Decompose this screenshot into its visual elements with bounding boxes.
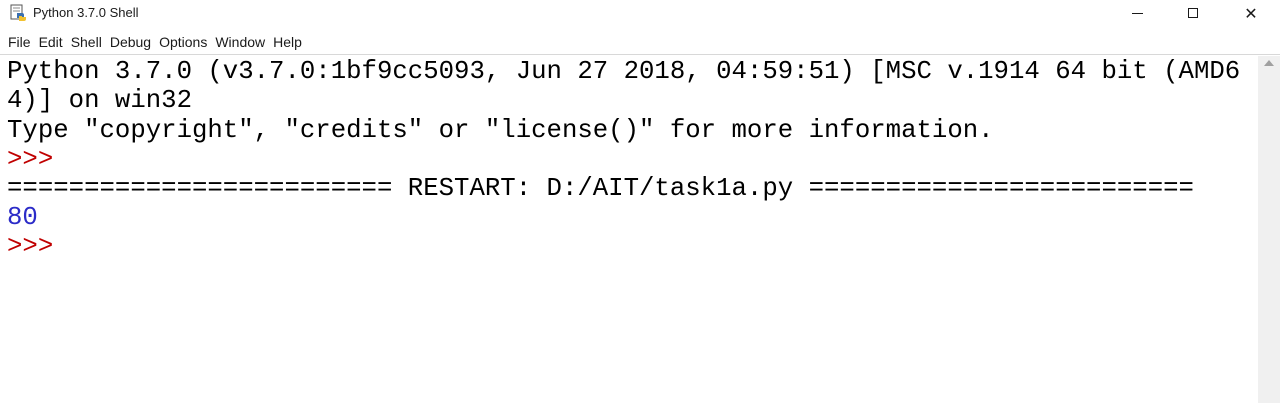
close-icon: ✕ bbox=[1244, 3, 1258, 23]
shell-text-area[interactable]: Python 3.7.0 (v3.7.0:1bf9cc5093, Jun 27 … bbox=[0, 56, 1258, 403]
menu-debug[interactable]: Debug bbox=[110, 34, 158, 50]
menu-file[interactable]: File bbox=[8, 34, 38, 50]
program-output: 80 bbox=[7, 203, 38, 232]
maximize-icon bbox=[1188, 8, 1198, 18]
menu-edit[interactable]: Edit bbox=[39, 34, 70, 50]
shell-prompt: >>> bbox=[7, 145, 54, 174]
close-button[interactable]: ✕ bbox=[1222, 0, 1280, 26]
banner-line: Python 3.7.0 (v3.7.0:1bf9cc5093, Jun 27 … bbox=[7, 57, 1241, 86]
menu-help[interactable]: Help bbox=[273, 34, 309, 50]
minimize-button[interactable] bbox=[1108, 0, 1166, 26]
scroll-up-arrow-icon[interactable] bbox=[1264, 60, 1274, 66]
window-title: Python 3.7.0 Shell bbox=[33, 5, 139, 20]
python-app-icon bbox=[9, 4, 27, 22]
menu-shell[interactable]: Shell bbox=[71, 34, 109, 50]
menu-divider bbox=[0, 54, 1280, 55]
shell-prompt-active[interactable]: >>> bbox=[7, 232, 53, 261]
banner-line-wrap: 4)] on win32 bbox=[7, 86, 192, 115]
menu-window[interactable]: Window bbox=[215, 34, 272, 50]
idle-shell-window: Python 3.7.0 Shell ✕ File Edit Shell Deb… bbox=[0, 0, 1280, 403]
menu-options[interactable]: Options bbox=[159, 34, 214, 50]
menu-bar: File Edit Shell Debug Options Window Hel… bbox=[0, 31, 1280, 53]
title-bar[interactable]: Python 3.7.0 Shell ✕ bbox=[0, 0, 1280, 26]
vertical-scrollbar[interactable] bbox=[1258, 56, 1280, 403]
info-line: Type "copyright", "credits" or "license(… bbox=[7, 116, 994, 145]
minimize-icon bbox=[1131, 12, 1143, 14]
restart-line: ========================= RESTART: D:/AI… bbox=[7, 174, 1194, 203]
maximize-button[interactable] bbox=[1164, 0, 1222, 26]
